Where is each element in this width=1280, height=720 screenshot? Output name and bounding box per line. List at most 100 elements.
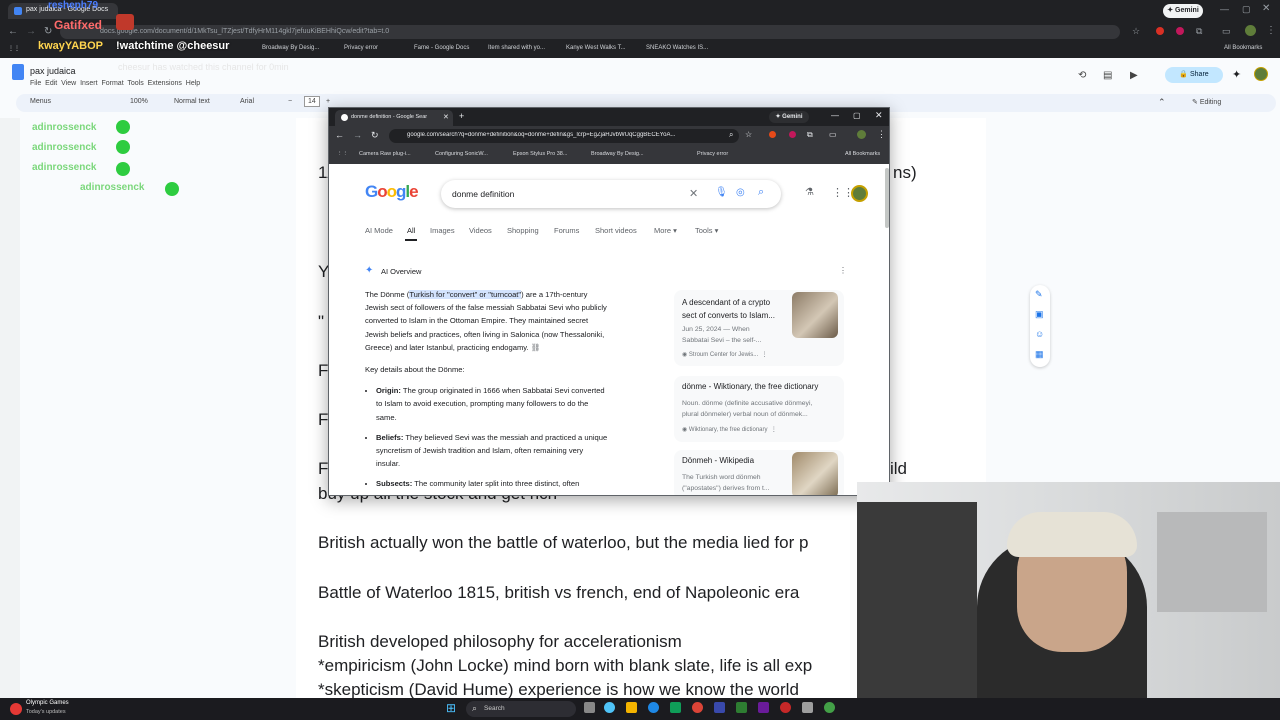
- gwin-bookmark[interactable]: Configuring SonicW...: [435, 151, 488, 157]
- settings-icon[interactable]: [802, 702, 813, 713]
- gemini-spark-icon[interactable]: ✦: [1232, 68, 1241, 81]
- gwin-menu-icon[interactable]: ⋮: [877, 129, 886, 140]
- editing-mode-select[interactable]: ✎ Editing: [1192, 98, 1221, 106]
- gwin-gemini-button[interactable]: ✦ Gemini: [769, 111, 809, 123]
- forward-icon[interactable]: →: [26, 26, 36, 37]
- hide-menus-icon[interactable]: ⌃: [1158, 97, 1166, 108]
- start-menu-icon[interactable]: ⊞: [446, 701, 456, 715]
- font-size-plus-icon[interactable]: +: [326, 98, 330, 105]
- add-comment-icon[interactable]: ▣: [1035, 309, 1044, 320]
- document-title[interactable]: pax judaica: [30, 66, 76, 76]
- menu-insert[interactable]: Insert: [80, 80, 98, 87]
- menu-file[interactable]: File: [30, 80, 41, 87]
- menu-help[interactable]: Help: [186, 80, 200, 87]
- tab-tools[interactable]: Tools ▾: [695, 226, 718, 235]
- search-submit-icon[interactable]: ⌕: [758, 186, 764, 199]
- google-account-avatar[interactable]: [851, 185, 868, 202]
- gwin-tab[interactable]: donme definition - Google Sear ✕: [335, 110, 453, 126]
- apps-grid-icon[interactable]: ⋮⋮: [8, 45, 20, 52]
- docs-logo-icon[interactable]: [12, 64, 24, 80]
- bookmark-item[interactable]: Item shared with yo...: [488, 45, 545, 51]
- edit-pen-icon[interactable]: ✎: [1035, 289, 1043, 300]
- gwin-profile-avatar[interactable]: [857, 130, 866, 139]
- gwin-extension-icon[interactable]: [789, 131, 796, 138]
- gwin-zoom-icon[interactable]: ⌕: [729, 130, 733, 140]
- gwin-back-icon[interactable]: ←: [335, 130, 344, 140]
- new-tab-icon[interactable]: +: [459, 111, 464, 121]
- result-card[interactable]: A descendant of a crypto sect of converts…: [674, 290, 844, 366]
- gwin-sidebar-icon[interactable]: ▭: [829, 130, 837, 139]
- font-size-minus-icon[interactable]: −: [288, 98, 292, 105]
- account-avatar[interactable]: [1254, 67, 1268, 81]
- tab-videos[interactable]: Videos: [469, 226, 492, 235]
- gwin-minimize-icon[interactable]: —: [831, 111, 839, 120]
- tab-shopping[interactable]: Shopping: [507, 226, 539, 235]
- excel-icon[interactable]: [736, 702, 747, 713]
- url-field[interactable]: docs.google.com/document/d/1MkTsu_lTZjes…: [60, 25, 1120, 39]
- gwin-bookmark[interactable]: Privacy error: [697, 151, 728, 157]
- app-icon[interactable]: [714, 702, 725, 713]
- menu-edit[interactable]: Edit: [45, 80, 57, 87]
- tab-all[interactable]: All: [407, 226, 415, 235]
- widget-title[interactable]: Olympic Games: [26, 700, 69, 706]
- app-icon[interactable]: [780, 702, 791, 713]
- taskbar-search[interactable]: ⌕ Search: [466, 701, 576, 717]
- voice-search-icon[interactable]: 🎙: [715, 187, 728, 198]
- bookmark-item[interactable]: Privacy error: [344, 45, 378, 51]
- gwin-bookmark[interactable]: Camera Raw plug-i...: [359, 151, 411, 157]
- weather-widget-icon[interactable]: [10, 703, 22, 715]
- taskview-icon[interactable]: [584, 702, 595, 713]
- back-icon[interactable]: ←: [8, 26, 18, 37]
- meet-icon[interactable]: ▶: [1130, 70, 1138, 81]
- search-box[interactable]: donme definition ✕ 🎙 ◎ ⌕: [441, 180, 781, 208]
- gwin-puzzle-icon[interactable]: ⧉: [807, 130, 813, 140]
- chrome-icon[interactable]: [692, 702, 703, 713]
- tab-images[interactable]: Images: [430, 226, 455, 235]
- ai-overview-menu-icon[interactable]: ⋮: [839, 266, 847, 275]
- gemini-button[interactable]: ✦ Gemini: [1163, 4, 1203, 18]
- bookmark-item[interactable]: Broadway By Desig...: [262, 45, 319, 51]
- bookmark-item[interactable]: Kanye West Walks T...: [566, 45, 626, 51]
- gwin-close-icon[interactable]: ✕: [875, 110, 883, 121]
- minimize-icon[interactable]: —: [1220, 4, 1229, 14]
- maximize-icon[interactable]: ▢: [1242, 4, 1251, 15]
- menu-kebab-icon[interactable]: ⋮: [1266, 25, 1276, 36]
- gwin-extension-icon[interactable]: [769, 131, 776, 138]
- suggest-edit-icon[interactable]: ▦: [1035, 349, 1044, 360]
- edge-icon[interactable]: [648, 702, 659, 713]
- bookmark-item[interactable]: SNEAKO Watches IS...: [646, 45, 708, 51]
- menu-tools[interactable]: Tools: [127, 80, 143, 87]
- tab-forums[interactable]: Forums: [554, 226, 579, 235]
- emoji-reaction-icon[interactable]: ☺: [1035, 329, 1044, 339]
- menu-format[interactable]: Format: [101, 80, 123, 87]
- gwin-reload-icon[interactable]: ↻: [371, 130, 379, 141]
- gwin-url-field[interactable]: google.com/search?q=donme+definition&oq=…: [389, 129, 739, 143]
- browser-tab[interactable]: pax judaica - Google Docs: [8, 3, 118, 19]
- tab-more[interactable]: More ▾: [654, 226, 677, 235]
- tab-close-icon[interactable]: ✕: [443, 113, 449, 121]
- comments-icon[interactable]: ▤: [1103, 70, 1112, 81]
- labs-flask-icon[interactable]: ⚗: [805, 187, 814, 198]
- font-select[interactable]: Arial: [240, 98, 254, 105]
- zoom-select[interactable]: 100%: [130, 98, 148, 105]
- bookmark-item[interactable]: Fame - Google Docs: [414, 45, 469, 51]
- result-card[interactable]: dönme - Wiktionary, the free dictionary …: [674, 376, 844, 442]
- file-explorer-icon[interactable]: [626, 702, 637, 713]
- google-logo[interactable]: Google: [365, 182, 419, 202]
- history-icon[interactable]: ⟲: [1078, 70, 1086, 81]
- reload-icon[interactable]: ↻: [44, 26, 52, 37]
- extension-icon[interactable]: [1156, 27, 1164, 35]
- app-icon[interactable]: [604, 702, 615, 713]
- style-select[interactable]: Normal text: [174, 98, 210, 105]
- gwin-bookmark[interactable]: Broadway By Desig...: [591, 151, 644, 157]
- menu-extensions[interactable]: Extensions: [148, 80, 182, 87]
- menus-search[interactable]: Menus: [30, 98, 51, 105]
- gwin-all-bookmarks[interactable]: All Bookmarks: [845, 151, 880, 157]
- tab-ai-mode[interactable]: AI Mode: [365, 226, 393, 235]
- bookmark-star-icon[interactable]: ☆: [1132, 26, 1140, 37]
- lens-search-icon[interactable]: ◎: [736, 187, 745, 198]
- clear-search-icon[interactable]: ✕: [689, 187, 698, 200]
- sidebar-icon[interactable]: ▭: [1222, 26, 1231, 37]
- tab-short-videos[interactable]: Short videos: [595, 226, 637, 235]
- extensions-puzzle-icon[interactable]: ⧉: [1196, 26, 1202, 37]
